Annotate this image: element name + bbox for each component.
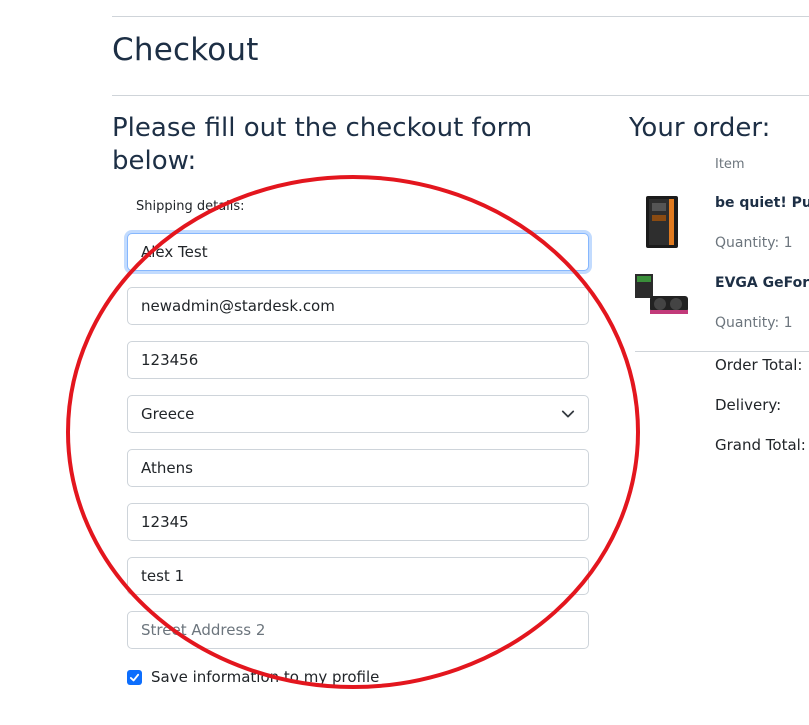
order-item-quantity: Quantity: 1 [715,235,793,251]
page-title: Checkout [112,32,259,68]
grand-total-label: Grand Total: [715,436,806,454]
postal-code-input[interactable] [127,503,589,541]
order-item-quantity: Quantity: 1 [715,315,793,331]
order-item-name: EVGA GeForc [715,275,809,291]
city-input[interactable] [127,449,589,487]
phone-input[interactable] [127,341,589,379]
delivery-label: Delivery: [715,396,782,414]
item-column-header: Item [715,157,745,172]
order-total-label: Order Total: [715,356,803,374]
email-input[interactable] [127,287,589,325]
street-address-2-input[interactable] [127,611,589,649]
chevron-down-icon [561,410,575,418]
save-profile-row[interactable]: Save information to my profile [127,668,379,686]
checkout-form-heading: Please fill out the checkout form below: [112,113,533,176]
country-select[interactable]: Greece [127,395,589,433]
save-profile-checkbox[interactable] [127,669,142,685]
order-divider [635,351,809,352]
country-select-value: Greece [141,405,195,423]
order-heading: Your order: [629,113,771,143]
title-divider [112,95,809,96]
save-profile-label: Save information to my profile [151,668,380,686]
full-name-input[interactable] [127,233,589,271]
top-divider [112,16,809,17]
shipping-details-label: Shipping details: [136,199,245,214]
order-item-name: be quiet! Pur [715,195,809,211]
street-address-1-input[interactable] [127,557,589,595]
check-icon [129,673,140,681]
pc-case-image [646,196,678,248]
graphics-card-image [635,274,688,314]
